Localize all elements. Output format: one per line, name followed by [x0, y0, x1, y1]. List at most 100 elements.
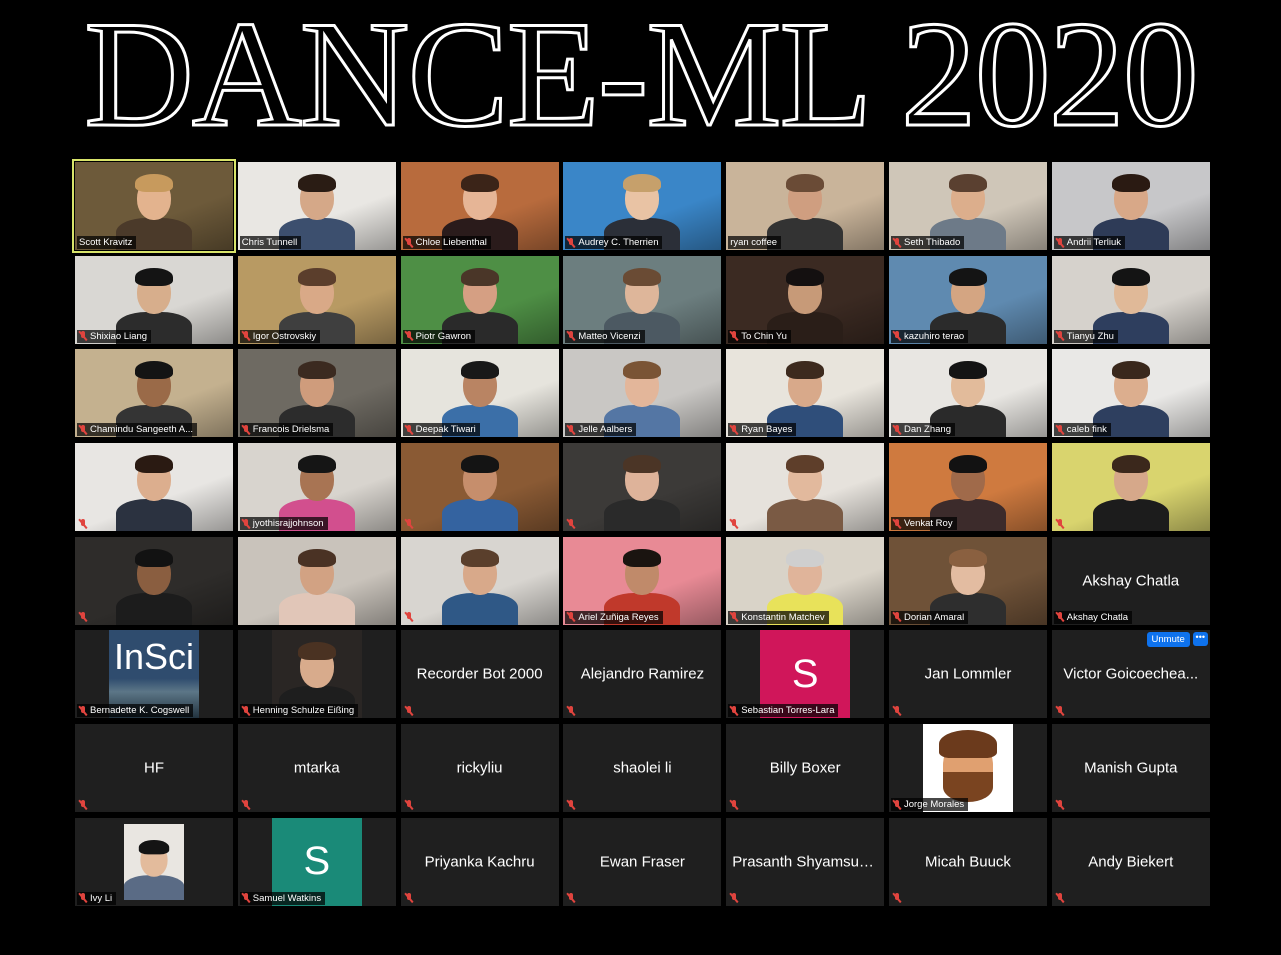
participant-tile[interactable]: Audrey C. Therrien: [563, 162, 722, 250]
participant-tile[interactable]: Francois Drielsma: [237, 349, 396, 438]
participant-tile[interactable]: Ariel Zuñiga Reyes: [563, 536, 722, 625]
participant-tile[interactable]: Dan Zhang: [888, 349, 1047, 438]
participant-display-name: Akshay Chatla: [1082, 572, 1180, 590]
participant-tile[interactable]: Henning Schulze Eißing: [237, 630, 396, 719]
participant-hair: [1111, 267, 1150, 286]
muted-mic-icon: [79, 612, 87, 622]
muted-mic-icon: [1056, 331, 1064, 341]
participant-tile[interactable]: Konstantin Matchev: [726, 536, 885, 625]
participant-hair: [786, 267, 825, 286]
participant-tile[interactable]: Deepak Tiwari: [400, 349, 559, 438]
participant-tile[interactable]: Chamindu Sangeeth A...: [75, 349, 233, 438]
participant-hair: [460, 174, 499, 192]
participant-tile[interactable]: Andrii Terliuk: [1051, 162, 1210, 250]
participant-tile[interactable]: Billy Boxer: [726, 724, 885, 813]
participant-tile[interactable]: mtarka: [237, 724, 396, 813]
participant-hair: [135, 361, 173, 380]
participant-name-label: [403, 517, 417, 530]
participant-tile[interactable]: ryan coffee: [726, 162, 885, 250]
participant-hair: [786, 361, 825, 380]
participant-tile[interactable]: S Sebastian Torres-Lara: [726, 630, 885, 719]
participant-name-label: [565, 798, 579, 811]
participant-tile[interactable]: Jelle Aalbers: [563, 349, 722, 438]
participant-tile[interactable]: Andy Biekert: [1051, 817, 1210, 906]
muted-mic-icon: [405, 799, 413, 810]
participant-tile[interactable]: rickyliu: [400, 724, 559, 813]
participant-name-label: Piotr Gawron: [402, 329, 476, 343]
participant-tile[interactable]: Seth Thibado: [888, 162, 1047, 250]
participant-tile[interactable]: Manish Gupta: [1051, 724, 1210, 813]
participant-tile[interactable]: Ivy Li: [75, 817, 233, 906]
participant-tile[interactable]: Tianyu Zhu: [1051, 255, 1210, 344]
participant-tile[interactable]: Alejandro Ramirez: [563, 630, 722, 719]
participant-tile[interactable]: [400, 443, 559, 532]
participant-video-figure: [1092, 447, 1169, 532]
participant-name: Chloe Liebenthal: [415, 237, 487, 248]
participant-tile[interactable]: Scott Kravitz: [72, 159, 236, 253]
participant-tile[interactable]: Ryan Bayes: [726, 349, 885, 438]
participant-tile[interactable]: Recorder Bot 2000: [400, 630, 559, 719]
participant-tile[interactable]: To Chin Yu: [726, 255, 885, 344]
muted-mic-icon: [567, 893, 575, 903]
participant-name: Piotr Gawron: [415, 330, 472, 342]
participant-tile[interactable]: Prasanth Shyamsun...: [726, 817, 885, 906]
participant-tile[interactable]: Akshay Chatla Akshay Chatla: [1051, 536, 1210, 625]
participant-name-label: Shixiao Liang: [77, 329, 152, 343]
more-options-button[interactable]: •••: [1192, 632, 1208, 647]
participant-video-figure: [441, 447, 518, 532]
participant-tile[interactable]: Jan Lommler: [888, 630, 1047, 719]
participant-tile[interactable]: Piotr Gawron: [400, 255, 559, 344]
participant-tile[interactable]: [726, 443, 885, 532]
participant-tile[interactable]: [237, 536, 396, 625]
participant-tile[interactable]: jyothisrajjohnson: [237, 443, 396, 532]
participant-tile[interactable]: InSci Bernadette K. Cogswell: [75, 630, 233, 719]
participant-tile[interactable]: Matteo Vicenzi: [563, 255, 722, 344]
participant-tile[interactable]: Priyanka Kachru: [400, 817, 559, 906]
participant-name: Francois Drielsma: [252, 424, 330, 436]
participant-body: [767, 499, 844, 532]
participant-name-label: Andrii Terliuk: [1053, 236, 1125, 249]
participant-body: [604, 499, 681, 532]
participant-name-label: Seth Thibado: [890, 236, 965, 249]
participant-hair: [297, 267, 336, 286]
participant-tile[interactable]: Ewan Fraser: [563, 817, 722, 906]
participant-tile[interactable]: HF: [75, 724, 233, 813]
participant-name-label: caleb fink: [1053, 423, 1111, 437]
participant-name-label: Dorian Amaral: [890, 610, 969, 624]
muted-mic-icon: [893, 331, 901, 341]
participant-tile[interactable]: [400, 536, 559, 625]
participant-tile[interactable]: Jorge Morales: [888, 724, 1047, 813]
participant-name: Scott Kravitz: [79, 237, 133, 248]
participant-hair: [460, 267, 499, 286]
participant-tile[interactable]: [1051, 443, 1210, 532]
participant-tile[interactable]: Micah Buuck: [888, 817, 1047, 906]
participant-hair: [460, 361, 499, 380]
participant-tile[interactable]: caleb fink: [1051, 349, 1210, 438]
participant-tile[interactable]: kazuhiro terao: [888, 255, 1047, 344]
participant-tile[interactable]: [75, 443, 233, 532]
participant-name-label: [1054, 892, 1068, 905]
participant-tile[interactable]: S Samuel Watkins: [237, 817, 396, 906]
participant-name: Akshay Chatla: [1066, 611, 1129, 623]
muted-mic-icon: [730, 799, 738, 810]
unmute-button[interactable]: Unmute: [1146, 632, 1190, 648]
participant-tile[interactable]: [75, 536, 233, 625]
participant-tile[interactable]: Victor Goicoechea... Unmute •••: [1051, 630, 1210, 719]
participant-tile[interactable]: Chris Tunnell: [237, 162, 396, 250]
participant-tile[interactable]: Venkat Roy: [888, 443, 1047, 532]
participant-tile[interactable]: Dorian Amaral: [888, 536, 1047, 625]
participant-tile[interactable]: [563, 443, 722, 532]
participant-tile[interactable]: shaolei li: [563, 724, 722, 813]
participant-name: Sebastian Torres-Lara: [741, 705, 835, 717]
muted-mic-icon: [730, 518, 738, 529]
participant-body: [441, 592, 518, 625]
participant-name-label: Konstantin Matchev: [728, 610, 829, 624]
muted-mic-icon: [405, 518, 413, 529]
participant-tile[interactable]: Shixiao Liang: [75, 255, 233, 344]
participant-display-name: Ewan Fraser: [599, 853, 685, 871]
participant-hair: [948, 548, 987, 567]
participant-tile[interactable]: Chloe Liebenthal: [400, 162, 559, 250]
muted-mic-icon: [79, 424, 87, 435]
participant-hair: [623, 174, 662, 192]
participant-tile[interactable]: Igor Ostrovskiy: [237, 255, 396, 344]
